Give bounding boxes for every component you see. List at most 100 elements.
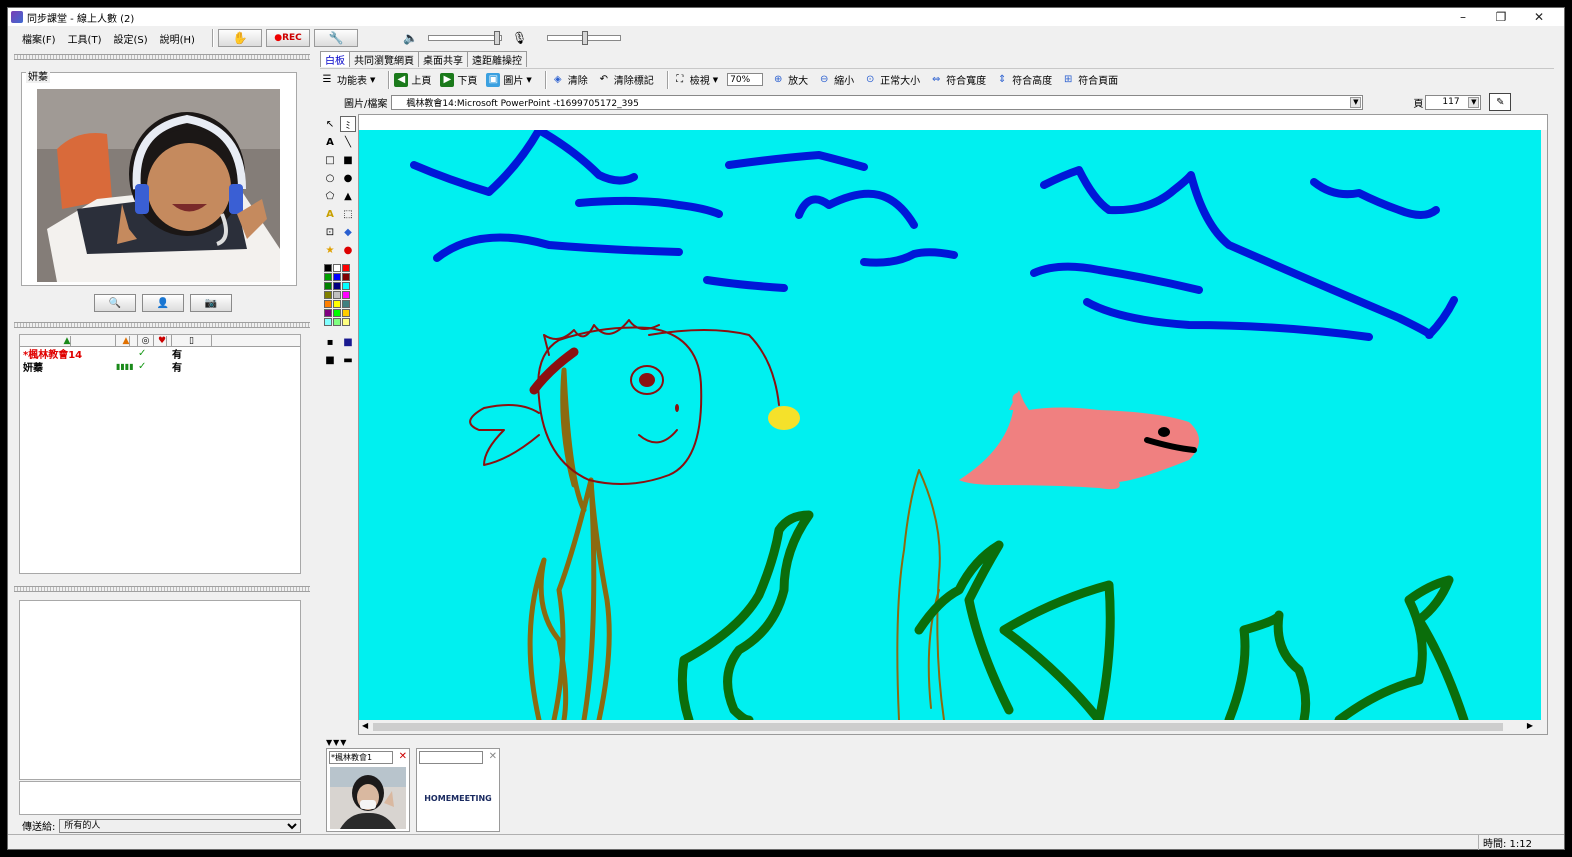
file-dropdown-arrow-icon[interactable]: ▼ bbox=[1350, 96, 1362, 108]
close-button[interactable]: ✕ bbox=[1520, 8, 1558, 26]
thumb-close-icon[interactable]: ✕ bbox=[399, 751, 407, 762]
user-row[interactable]: 妍蓁 ▮▮▮▮ ✓ 有 bbox=[20, 360, 300, 374]
fit-height-button[interactable]: ⇕ 符合高度 bbox=[995, 72, 1052, 87]
freehand-tool-icon[interactable]: ﾐ bbox=[340, 116, 356, 132]
clear-button[interactable]: ◈ 清除 bbox=[551, 72, 588, 87]
select-area-tool-icon[interactable]: ⬚ bbox=[340, 206, 356, 222]
clear-marks-button[interactable]: ↶ 清除標記 bbox=[597, 72, 654, 87]
raise-hand-button[interactable]: ✋ bbox=[218, 29, 262, 47]
pen-preview-icon[interactable]: ✎ bbox=[1489, 93, 1512, 111]
palette-swatch[interactable] bbox=[333, 291, 341, 299]
speaker-volume-thumb[interactable] bbox=[493, 31, 500, 45]
palette-swatch[interactable] bbox=[333, 318, 341, 326]
chat-input[interactable] bbox=[19, 781, 301, 815]
page-dropdown-arrow-icon[interactable]: ▼ bbox=[1468, 96, 1480, 108]
snapshot-button[interactable]: 📷 bbox=[190, 294, 232, 312]
palette-swatch[interactable] bbox=[333, 282, 341, 290]
palette-swatch[interactable] bbox=[333, 300, 341, 308]
tab-remote-control[interactable]: 遠距離操控 bbox=[467, 51, 527, 67]
board-scroll-thumb[interactable] bbox=[373, 723, 1503, 731]
prev-page-button[interactable]: ◀ 上頁 bbox=[394, 72, 431, 87]
send-to-select[interactable]: 所有的人 bbox=[59, 818, 302, 833]
chat-grip[interactable] bbox=[14, 586, 310, 592]
ellipse-fill-tool-icon[interactable]: ● bbox=[340, 170, 356, 186]
user-video-button[interactable]: 👤 bbox=[142, 294, 184, 312]
thumb-close-icon[interactable]: ✕ bbox=[489, 751, 497, 762]
palette-swatch[interactable] bbox=[333, 309, 341, 317]
text-highlight-tool-icon[interactable]: A bbox=[322, 206, 338, 222]
palette-swatch[interactable] bbox=[342, 264, 350, 272]
rect-outline-tool-icon[interactable]: □ bbox=[322, 152, 338, 168]
thumb-logo-select[interactable] bbox=[419, 751, 483, 764]
star-stamp-tool-icon[interactable]: ★ bbox=[322, 242, 338, 258]
menu-file[interactable]: 檔案(F) bbox=[16, 31, 62, 46]
polygon-fill-tool-icon[interactable]: ▲ bbox=[340, 188, 356, 204]
polygon-outline-tool-icon[interactable]: ⬠ bbox=[322, 188, 338, 204]
apple-stamp-tool-icon[interactable]: ● bbox=[340, 242, 356, 258]
board-horizontal-scrollbar[interactable]: ◀ ▶ bbox=[359, 720, 1547, 734]
line-tool-icon[interactable]: ╲ bbox=[340, 134, 356, 150]
next-page-button[interactable]: ▶ 下頁 bbox=[440, 72, 477, 87]
thumb-host-select[interactable]: *楓林教會1 bbox=[329, 751, 393, 764]
fit-width-button[interactable]: ⇔ 符合寬度 bbox=[929, 72, 986, 87]
mic-volume-thumb[interactable] bbox=[582, 31, 589, 45]
whiteboard-canvas[interactable] bbox=[359, 130, 1543, 720]
pointer-tool-icon[interactable]: ↖ bbox=[322, 116, 338, 132]
speaker-volume-slider[interactable] bbox=[428, 31, 502, 45]
palette-swatch[interactable] bbox=[324, 291, 332, 299]
line-width-medium-icon[interactable]: ■ bbox=[340, 334, 356, 350]
menu-settings[interactable]: 設定(S) bbox=[107, 31, 153, 46]
palette-swatch[interactable] bbox=[342, 318, 350, 326]
zoom-input[interactable]: 70% bbox=[727, 73, 764, 86]
video-panel-grip[interactable] bbox=[14, 54, 310, 60]
page-select[interactable]: 117 ▼ bbox=[1425, 94, 1482, 110]
thumb-card-logo[interactable]: ✕ HOMEMEETING bbox=[416, 748, 500, 832]
palette-swatch[interactable] bbox=[324, 318, 332, 326]
normal-size-button[interactable]: ⊙ 正常大小 bbox=[863, 72, 920, 87]
tab-desktop-share[interactable]: 桌面共享 bbox=[418, 51, 468, 67]
line-width-thin-icon[interactable]: ▪ bbox=[322, 334, 338, 350]
palette-swatch[interactable] bbox=[324, 264, 332, 272]
text-tool-icon[interactable]: A bbox=[322, 134, 338, 150]
menu-help[interactable]: 說明(H) bbox=[154, 31, 201, 46]
rect-fill-tool-icon[interactable]: ■ bbox=[340, 152, 356, 168]
settings-wrench-button[interactable]: 🔧 bbox=[314, 29, 358, 47]
function-table-button[interactable]: ☰ 功能表 ▼ bbox=[320, 72, 376, 87]
palette-swatch[interactable] bbox=[324, 282, 332, 290]
fit-page-button[interactable]: ⊞ 符合頁面 bbox=[1061, 72, 1118, 87]
menu-tools[interactable]: 工具(T) bbox=[62, 31, 108, 46]
zoom-video-button[interactable]: 🔍 bbox=[94, 294, 136, 312]
palette-swatch[interactable] bbox=[333, 273, 341, 281]
palette-swatch[interactable] bbox=[342, 291, 350, 299]
view-button[interactable]: ⛶ 檢視 ▼ bbox=[673, 72, 718, 87]
tab-co-browse[interactable]: 共同瀏覽網頁 bbox=[349, 51, 419, 67]
picture-button[interactable]: ▣ 圖片 ▼ bbox=[486, 72, 532, 87]
zoom-in-button[interactable]: ⊕ 放大 bbox=[771, 72, 808, 87]
fill-tool-icon[interactable]: ◆ bbox=[340, 224, 356, 240]
scroll-left-icon[interactable]: ◀ bbox=[362, 721, 368, 730]
ellipse-outline-tool-icon[interactable]: ○ bbox=[322, 170, 338, 186]
board-vertical-scrollbar[interactable] bbox=[1541, 130, 1547, 720]
minimize-button[interactable]: – bbox=[1444, 8, 1482, 26]
chat-log[interactable] bbox=[19, 600, 301, 780]
image-tool-icon[interactable]: ⊡ bbox=[322, 224, 338, 240]
record-button[interactable]: ● REC bbox=[266, 29, 310, 47]
palette-swatch[interactable] bbox=[324, 309, 332, 317]
userlist-grip[interactable] bbox=[14, 322, 310, 328]
file-select[interactable]: 楓林教會14:Microsoft PowerPoint -t1699705172… bbox=[391, 94, 1364, 110]
palette-swatch[interactable] bbox=[342, 309, 350, 317]
palette-swatch[interactable] bbox=[342, 273, 350, 281]
palette-swatch[interactable] bbox=[342, 282, 350, 290]
line-width-thick-icon[interactable]: ■ bbox=[322, 352, 338, 368]
zoom-out-button[interactable]: ⊖ 縮小 bbox=[817, 72, 854, 87]
tab-whiteboard[interactable]: 白板 bbox=[320, 51, 350, 67]
palette-swatch[interactable] bbox=[333, 264, 341, 272]
palette-swatch[interactable] bbox=[324, 300, 332, 308]
scroll-right-icon[interactable]: ▶ bbox=[1527, 721, 1533, 730]
palette-swatch[interactable] bbox=[342, 300, 350, 308]
palette-swatch[interactable] bbox=[324, 273, 332, 281]
thumb-card-host[interactable]: *楓林教會1 ✕ bbox=[326, 748, 410, 832]
mic-volume-slider[interactable] bbox=[547, 31, 622, 45]
line-width-xthick-icon[interactable]: ▬ bbox=[340, 352, 356, 368]
restore-button[interactable]: ❐ bbox=[1482, 8, 1520, 26]
